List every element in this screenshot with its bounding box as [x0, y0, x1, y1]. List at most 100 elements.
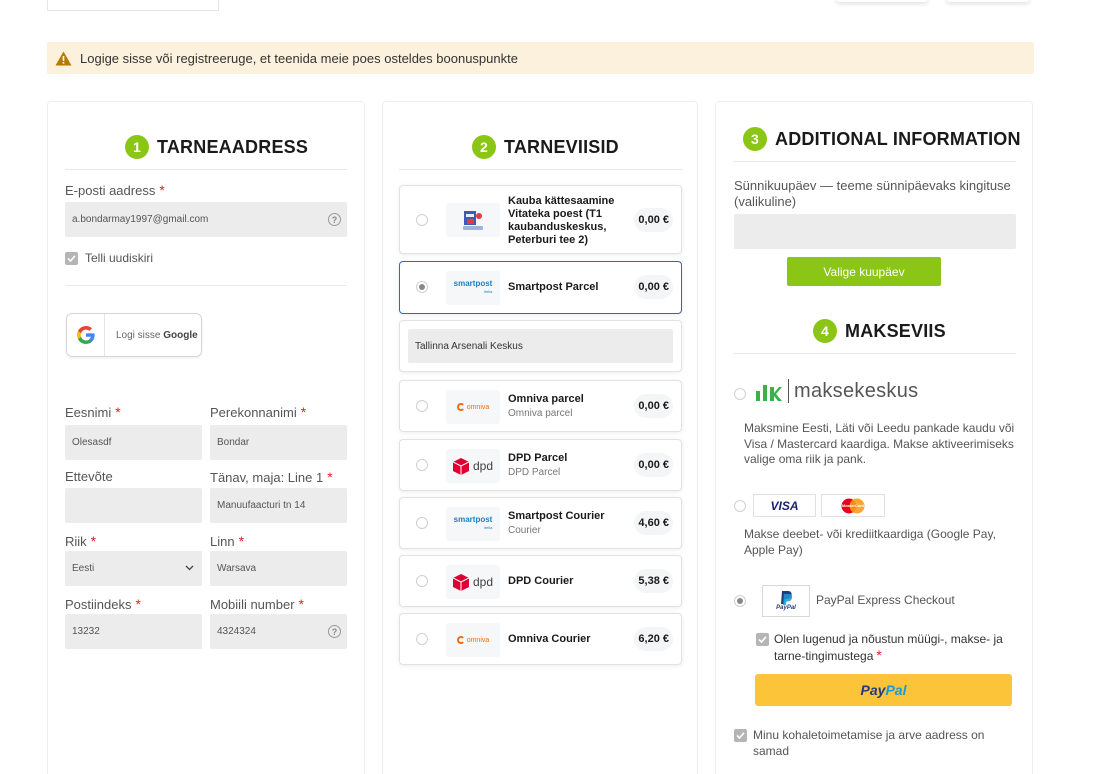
shipping-price: 4,60 €	[634, 511, 673, 535]
divider	[734, 161, 1016, 162]
first-name-field[interactable]: Olesasdf	[65, 425, 202, 460]
radio-button[interactable]	[416, 517, 428, 529]
email-field[interactable]: a.bondarmay1997@gmail.com ?	[65, 202, 347, 237]
google-button-text: Logi sisse Google	[116, 329, 198, 341]
choose-date-button[interactable]: Valige kuupäev	[787, 257, 941, 286]
shipping-methods-section: 2 TARNEVIISID Kauba kättesaamine Vitatek…	[382, 101, 698, 774]
maksekeskus-logo: maksekeskus	[756, 379, 918, 403]
shipping-price: 0,00 €	[634, 275, 673, 299]
shipping-option-selected[interactable]: smartpost itella Smartpost Parcel 0,00 €	[399, 261, 682, 314]
shipping-price: 0,00 €	[634, 453, 673, 477]
maksekeskus-desc: Maksmine Eesti, Läti või Leedu pankade k…	[744, 421, 1015, 466]
additional-title: ADDITIONAL INFORMATION	[775, 128, 1021, 149]
terms-checkbox[interactable]: Olen lugenud ja nõustun müügi-, makse- j…	[756, 632, 1016, 664]
postal-label: Postiindeks *	[65, 596, 141, 612]
divider	[65, 285, 347, 286]
checkbox-checked-icon[interactable]	[756, 633, 769, 646]
shipping-option[interactable]: omniva Omniva Courier 6,20 €	[399, 613, 682, 665]
google-icon	[67, 314, 105, 356]
terms-label: Olen lugenud ja nõustun müügi-, makse- j…	[774, 632, 1003, 663]
omniva-logo: omniva	[446, 623, 500, 657]
city-field[interactable]: Warsava	[210, 551, 347, 586]
shipping-price: 6,20 €	[634, 627, 673, 651]
pickup-point-select[interactable]: Tallinna Arsenali Keskus	[408, 329, 673, 363]
step-number: 1	[125, 135, 149, 159]
shipping-option[interactable]: smartpost itella Smartpost Courier Courie…	[399, 497, 682, 549]
shipping-name: Kauba kättesaamine Vitateka poest (T1 ka…	[508, 195, 615, 246]
shipping-price: 5,38 €	[634, 569, 673, 593]
top-tab[interactable]	[47, 0, 219, 11]
additional-payment-section: 3 ADDITIONAL INFORMATION Sünnikuupäev — …	[715, 101, 1033, 774]
google-login-button[interactable]: Logi sisse Google	[66, 313, 202, 357]
newsletter-checkbox[interactable]: Telli uudiskiri	[65, 251, 153, 265]
checkbox-checked-icon[interactable]	[734, 729, 747, 742]
dpd-logo: dpd	[446, 565, 500, 599]
address-title: TARNEAADRESS	[157, 136, 309, 157]
shipping-option[interactable]: omniva Omniva parcel Omniva parcel 0,00 €	[399, 380, 682, 432]
step-number: 3	[743, 127, 767, 151]
dpd-logo: dpd	[446, 449, 500, 483]
company-field[interactable]	[65, 488, 202, 523]
shipping-name: DPD Courier	[508, 575, 574, 587]
shipping-name: Smartpost Courier Courier	[508, 510, 605, 536]
divider	[399, 169, 682, 170]
phone-field[interactable]: 4324324 ?	[210, 614, 347, 649]
shipping-option[interactable]: dpd DPD Courier 5,38 €	[399, 555, 682, 607]
radio-button[interactable]	[416, 214, 428, 226]
shipping-option[interactable]: Kauba kättesaamine Vitateka poest (T1 ka…	[399, 185, 682, 254]
top-pill-left[interactable]	[836, 0, 928, 2]
payment-title: MAKSEVIIS	[845, 320, 946, 341]
phone-label: Mobiili number *	[210, 596, 304, 612]
paypal-logo: PayPal	[762, 585, 810, 617]
top-pill-right[interactable]	[946, 0, 1030, 2]
store-icon	[446, 203, 500, 237]
visa-logo: VISA	[753, 494, 816, 517]
smartpost-logo: smartpost itella	[446, 271, 500, 305]
paypal-checkout-button[interactable]: Pay Pal	[755, 674, 1012, 706]
shipping-name: Omniva Courier	[508, 633, 591, 645]
divider	[65, 169, 347, 170]
radio-button[interactable]	[416, 575, 428, 587]
newsletter-label: Telli uudiskiri	[85, 251, 154, 265]
radio-button-selected[interactable]	[416, 281, 428, 293]
login-notice: Logige sisse või registreeruge, et teeni…	[47, 42, 1034, 74]
radio-button[interactable]	[416, 400, 428, 412]
shipping-option[interactable]: dpd DPD Parcel DPD Parcel 0,00 €	[399, 439, 682, 491]
last-name-label: Perekonnanimi *	[210, 404, 307, 420]
step-number: 4	[813, 319, 837, 343]
birthday-field[interactable]	[734, 214, 1016, 249]
radio-button[interactable]	[416, 459, 428, 471]
checkbox-checked-icon[interactable]	[65, 251, 78, 265]
shipping-price: 0,00 €	[634, 208, 673, 232]
same-address-checkbox[interactable]: Minu kohaletoimetamise ja arve aadress o…	[734, 728, 1016, 759]
shipping-name: DPD Parcel DPD Parcel	[508, 452, 568, 478]
smartpost-logo: smartpost itella	[446, 507, 500, 541]
postal-field[interactable]: 13232	[65, 614, 202, 649]
warning-icon	[55, 51, 72, 65]
radio-button[interactable]	[416, 633, 428, 645]
section-title-shipping: 2 TARNEVIISID	[472, 135, 619, 159]
delivery-address-section: 1 TARNEAADRESS E-posti aadress * a.bondar…	[47, 101, 365, 774]
mastercard-logo: MasterCard	[821, 494, 885, 517]
chevron-down-icon	[185, 565, 194, 571]
divider	[734, 353, 1016, 354]
city-label: Linn *	[210, 533, 245, 549]
birthday-label: Sünnikuupäev — teeme sünnipäevaks kingit…	[734, 178, 1011, 209]
card-desc: Makse deebet- või krediitkaardiga (Googl…	[744, 527, 996, 557]
street-field[interactable]: Manuufaacturi tn 14	[210, 488, 347, 523]
paypal-label: PayPal Express Checkout	[816, 593, 955, 607]
section-title-address: 1 TARNEAADRESS	[125, 135, 308, 159]
radio-button[interactable]	[734, 500, 746, 512]
radio-button[interactable]	[734, 388, 746, 400]
last-name-field[interactable]: Bondar	[210, 425, 347, 460]
country-select[interactable]: Eesti	[65, 551, 202, 586]
shipping-name: Omniva parcel Omniva parcel	[508, 393, 584, 419]
notice-text: Logige sisse või registreeruge, et teeni…	[80, 50, 518, 66]
first-name-label: Eesnimi *	[65, 404, 121, 420]
step-number: 2	[472, 135, 496, 159]
help-icon[interactable]: ?	[328, 213, 341, 226]
shipping-price: 0,00 €	[634, 394, 673, 418]
section-title-payment: 4 MAKSEVIIS	[813, 319, 946, 343]
help-icon[interactable]: ?	[328, 625, 341, 638]
radio-button-selected[interactable]	[734, 595, 746, 607]
